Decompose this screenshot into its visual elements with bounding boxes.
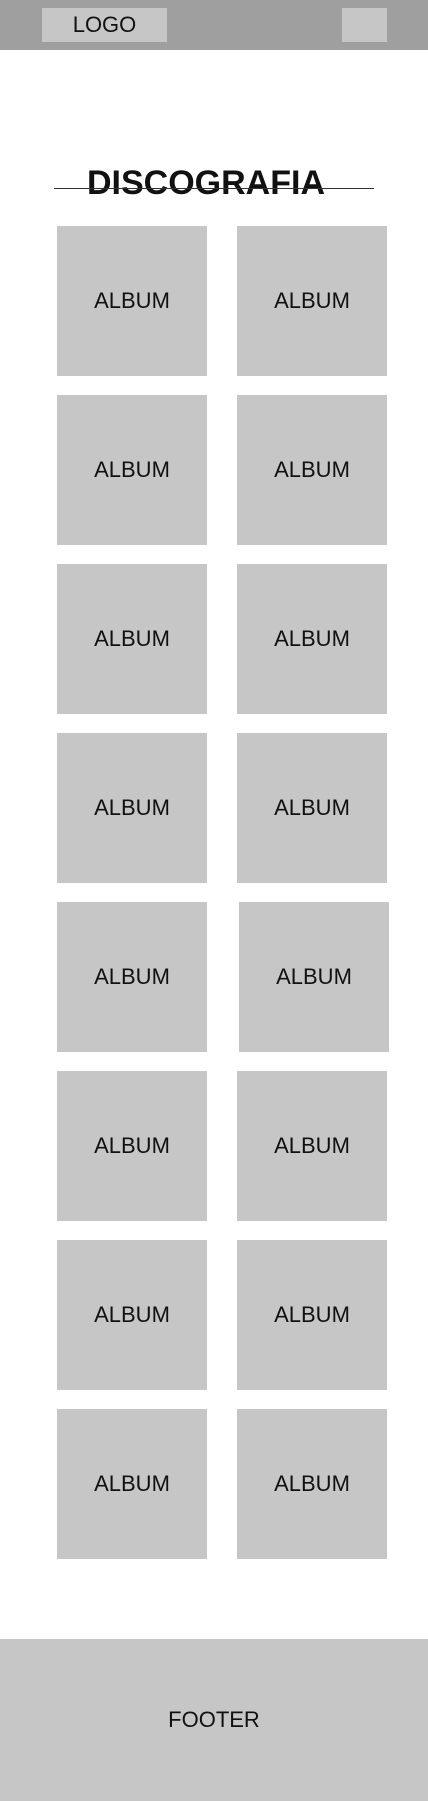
album-card-11[interactable]: ALBUM xyxy=(57,1071,207,1221)
album-card-15[interactable]: ALBUM xyxy=(57,1409,207,1559)
page-title: DISCOGRAFIA xyxy=(87,163,325,202)
album-card-16[interactable]: ALBUM xyxy=(237,1409,387,1559)
album-card-8[interactable]: ALBUM xyxy=(237,733,387,883)
album-card-14[interactable]: ALBUM xyxy=(237,1240,387,1390)
menu-button[interactable] xyxy=(342,8,387,42)
album-card-3[interactable]: ALBUM xyxy=(57,395,207,545)
album-card-1[interactable]: ALBUM xyxy=(57,226,207,376)
album-card-9[interactable]: ALBUM xyxy=(57,902,207,1052)
album-card-12[interactable]: ALBUM xyxy=(237,1071,387,1221)
logo[interactable]: LOGO xyxy=(42,8,167,42)
album-card-7[interactable]: ALBUM xyxy=(57,733,207,883)
title-divider xyxy=(54,188,374,189)
album-card-6[interactable]: ALBUM xyxy=(237,564,387,714)
top-header: LOGO xyxy=(0,0,428,50)
album-card-5[interactable]: ALBUM xyxy=(57,564,207,714)
album-card-4[interactable]: ALBUM xyxy=(237,395,387,545)
footer: FOOTER xyxy=(0,1639,428,1801)
album-card-10[interactable]: ALBUM xyxy=(239,902,389,1052)
album-card-13[interactable]: ALBUM xyxy=(57,1240,207,1390)
album-card-2[interactable]: ALBUM xyxy=(237,226,387,376)
